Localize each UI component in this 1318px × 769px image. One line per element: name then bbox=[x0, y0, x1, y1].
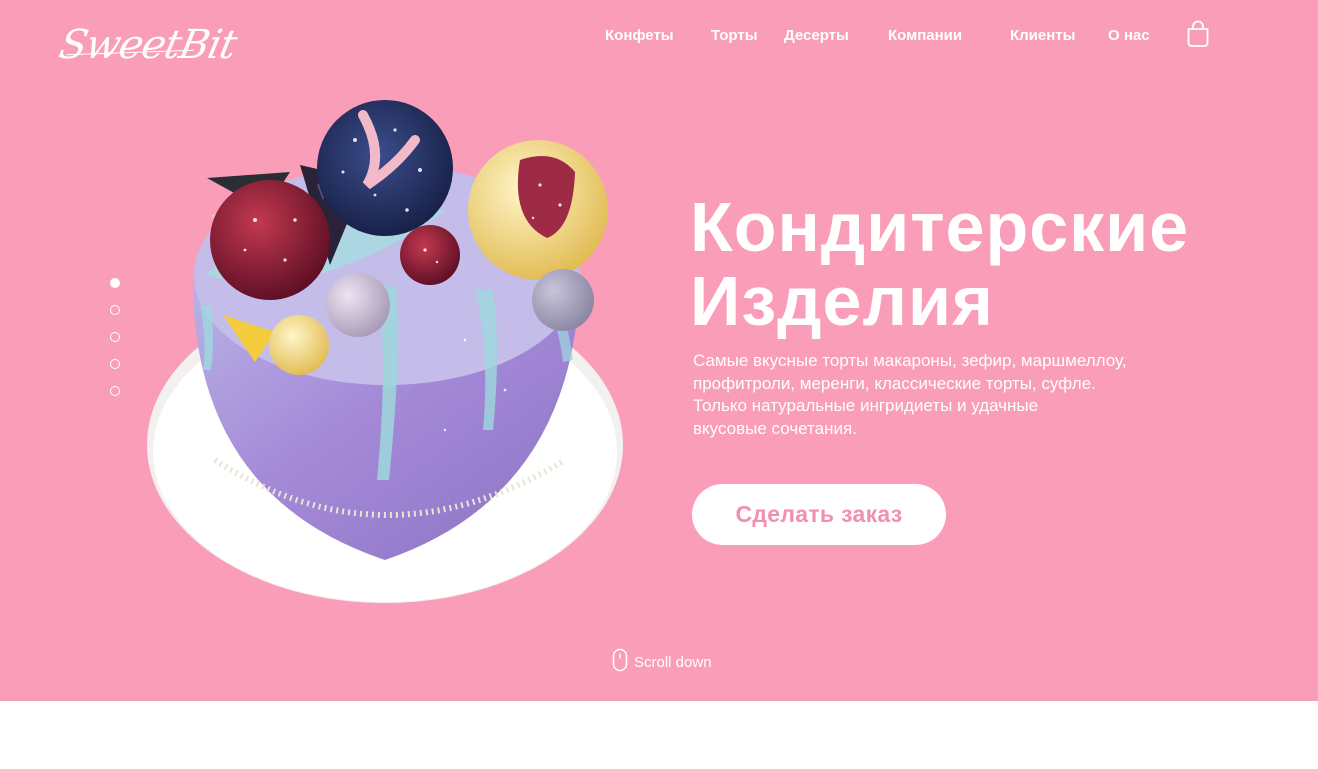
slider-dot-1[interactable] bbox=[110, 278, 120, 288]
nav-item-desserts[interactable]: Десерты bbox=[784, 27, 849, 47]
logo[interactable]: SweetBit bbox=[55, 22, 240, 80]
hero-description-line: Только натуральные ингридиеты и удачные bbox=[693, 396, 1039, 415]
nav-item-about[interactable]: О нас bbox=[1108, 27, 1150, 47]
nav-item-companies[interactable]: Компании bbox=[888, 27, 962, 47]
mouse-icon bbox=[612, 648, 628, 677]
hero-title: Кондитерские Изделия bbox=[690, 190, 1250, 338]
hero-section: SweetBit Конфеты Торты Десерты Компании … bbox=[0, 0, 1318, 701]
slider-dot-4[interactable] bbox=[110, 359, 120, 369]
scroll-down-label: Scroll down bbox=[634, 653, 712, 671]
hero-title-line-2: Изделия bbox=[690, 262, 994, 340]
hero-description: Самые вкусные торты макароны, зефир, мар… bbox=[693, 350, 1183, 440]
nav-item-candies[interactable]: Конфеты bbox=[605, 27, 674, 47]
logo-text: SweetBit bbox=[55, 22, 241, 68]
hero-description-line: профитроли, меренги, классические торты,… bbox=[693, 373, 1096, 393]
nav-item-cakes[interactable]: Торты bbox=[711, 27, 758, 47]
order-button[interactable]: Сделать заказ bbox=[692, 484, 946, 545]
hero-description-line: Самые вкусные торты макароны, зефир, мар… bbox=[693, 351, 1127, 370]
shopping-bag-icon[interactable] bbox=[1186, 20, 1210, 48]
slider-dot-5[interactable] bbox=[110, 386, 120, 396]
slider-dot-2[interactable] bbox=[110, 305, 120, 315]
scroll-down[interactable]: Scroll down bbox=[612, 648, 712, 677]
nav-item-clients[interactable]: Клиенты bbox=[1010, 27, 1075, 47]
slider-dot-3[interactable] bbox=[110, 332, 120, 342]
cake-image bbox=[147, 100, 623, 603]
hero-description-line: вкусовые сочетания. bbox=[693, 418, 857, 438]
next-section bbox=[0, 701, 1318, 769]
hero-title-line-1: Кондитерские bbox=[690, 188, 1190, 266]
